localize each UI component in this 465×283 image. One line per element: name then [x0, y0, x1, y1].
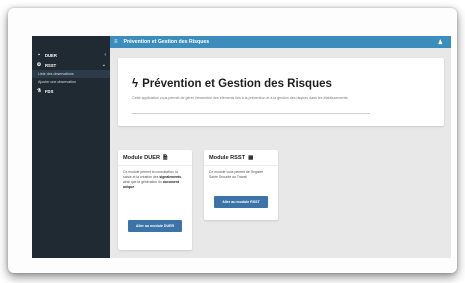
go-to-rsst-button[interactable]: Aller au module RSST [214, 196, 268, 208]
chevron-down-icon: ⌄ [101, 62, 106, 68]
sidebar-subitem-ajouter-observation[interactable]: Ajouter une observation [32, 78, 110, 86]
sidebar-item-duer[interactable]: ▪ DUER ‹ [32, 50, 110, 60]
sidebar-item-label: DUER [45, 52, 57, 58]
sidebar-item-rsst[interactable]: ⚙ RSST ⌄ [32, 60, 110, 70]
sidebar-item-label: RSST [45, 62, 57, 68]
flask-icon: ⚗ [36, 88, 42, 94]
user-icon[interactable]: ♟ [438, 39, 443, 46]
top-navbar: ≡ Prévention et Gestion des Risques ♟ [110, 36, 451, 48]
card-header: Module RSST ▦ [204, 150, 278, 166]
chevron-left-icon: ‹ [104, 52, 106, 58]
sidebar-item-label: FDS [45, 88, 54, 94]
sidebar: ▪ DUER ‹ ⚙ RSST ⌄ Liste des observations… [32, 36, 110, 258]
bolt-icon: ϟ [132, 78, 139, 90]
app-window: ▪ DUER ‹ ⚙ RSST ⌄ Liste des observations… [32, 36, 451, 258]
file-icon: 🗎 [162, 154, 168, 161]
hamburger-icon[interactable]: ≡ [114, 39, 118, 45]
card-description: Ce module vous permet de Registre Santé … [209, 170, 264, 179]
module-rsst-card: Module RSST ▦ Ce module vous permet de R… [204, 150, 278, 220]
page-description: Cette application vous permet de gérer l… [132, 96, 349, 100]
welcome-panel: ϟ Prévention et Gestion des Risques Cette… [118, 58, 444, 126]
sidebar-subitem-liste-observations[interactable]: Liste des observations [32, 70, 110, 78]
card-header: Module DUER 🗎 [118, 150, 192, 166]
book-icon: ▦ [248, 154, 254, 161]
go-to-duer-button[interactable]: Aller au module DUER [128, 220, 182, 232]
gear-icon: ⚙ [36, 62, 42, 68]
divider [132, 113, 370, 114]
card-description: Ce module permet la consultation, la sai… [123, 170, 183, 189]
document-icon: ▪ [38, 52, 40, 58]
screenshot-frame: ▪ DUER ‹ ⚙ RSST ⌄ Liste des observations… [8, 8, 457, 273]
sidebar-item-fds[interactable]: ⚗ FDS [32, 86, 110, 96]
page-title: ϟ Prévention et Gestion des Risques [132, 78, 332, 90]
navbar-title: Prévention et Gestion des Risques [123, 39, 210, 45]
module-duer-card: Module DUER 🗎 Ce module permet la consul… [118, 150, 192, 250]
